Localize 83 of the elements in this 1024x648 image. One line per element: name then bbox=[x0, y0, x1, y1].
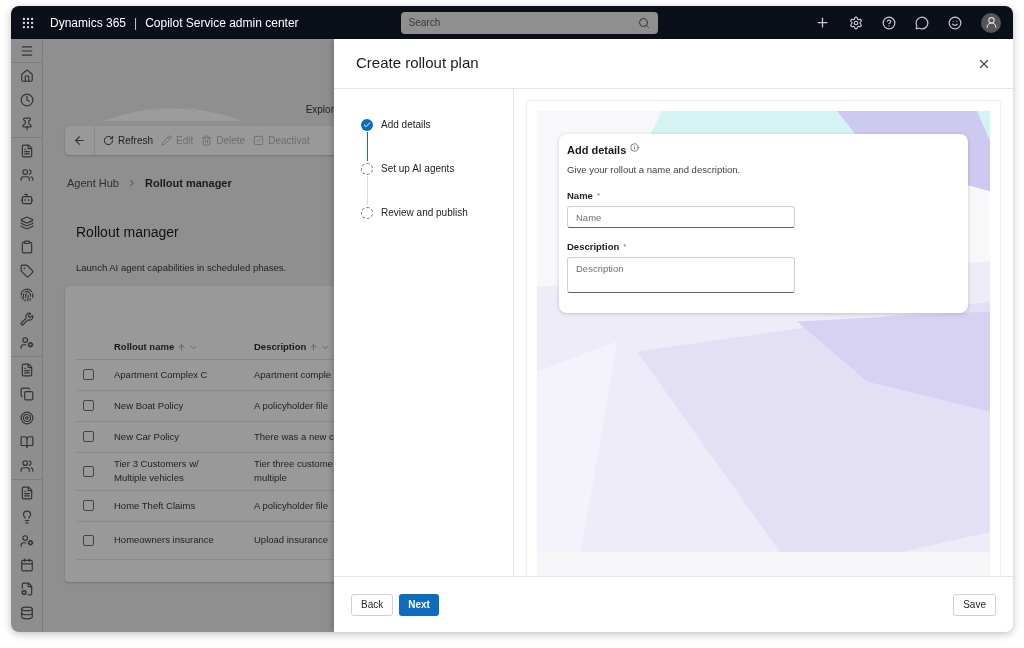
clock-icon[interactable] bbox=[19, 93, 34, 107]
title-separator: | bbox=[134, 14, 138, 32]
menu-icon[interactable] bbox=[19, 43, 34, 58]
required-mark: * bbox=[623, 241, 627, 254]
back-arrow-icon[interactable] bbox=[73, 134, 86, 147]
column-header[interactable]: Rollout name bbox=[114, 340, 175, 355]
hero-text: Explor bbox=[305, 103, 334, 117]
breadcrumb-item[interactable]: Rollout manager bbox=[145, 175, 232, 192]
checkbox-icon bbox=[253, 135, 265, 146]
chevron-icon bbox=[127, 178, 137, 189]
document-icon[interactable] bbox=[19, 486, 34, 500]
copy-icon[interactable] bbox=[19, 387, 34, 401]
calendar-icon[interactable] bbox=[19, 558, 34, 572]
book-icon[interactable] bbox=[19, 435, 34, 449]
breadcrumb-item[interactable]: Agent Hub bbox=[67, 175, 119, 192]
add-icon[interactable] bbox=[815, 15, 830, 30]
database-icon[interactable] bbox=[19, 606, 34, 620]
home-icon[interactable] bbox=[19, 69, 34, 83]
document-icon[interactable] bbox=[19, 144, 34, 158]
description-field[interactable]: Description bbox=[567, 257, 795, 294]
app-name: Copilot Service admin center bbox=[145, 14, 299, 32]
pencil-icon bbox=[161, 135, 172, 146]
step-label[interactable]: Add details bbox=[381, 117, 431, 132]
search-field[interactable]: Search bbox=[400, 11, 658, 34]
wrench-icon[interactable] bbox=[19, 312, 34, 326]
app-launcher-icon[interactable] bbox=[21, 15, 35, 30]
column-header[interactable]: Description bbox=[254, 340, 307, 355]
field-label: Name bbox=[567, 188, 593, 203]
fingerprint-icon[interactable] bbox=[19, 288, 34, 302]
required-mark: * bbox=[596, 189, 600, 202]
refresh-icon bbox=[103, 135, 114, 146]
row-checkbox[interactable] bbox=[82, 465, 94, 477]
table-cell-text: New Car Policy bbox=[114, 429, 180, 444]
search-icon bbox=[637, 16, 650, 29]
row-checkbox[interactable] bbox=[82, 534, 94, 546]
panel-title: Create rollout plan bbox=[356, 53, 479, 74]
document-icon[interactable] bbox=[19, 363, 34, 377]
layers-icon[interactable] bbox=[19, 216, 34, 230]
primary-button[interactable]: Next bbox=[399, 593, 439, 616]
row-checkbox[interactable] bbox=[82, 500, 94, 512]
pin-icon[interactable] bbox=[19, 117, 34, 131]
table-cell-text: Upload insurance bbox=[254, 533, 329, 548]
form-title: Add details bbox=[567, 143, 627, 158]
brand-name: Dynamics 365 bbox=[50, 14, 127, 32]
settings-icon[interactable] bbox=[849, 15, 863, 30]
secondary-button[interactable]: Back bbox=[351, 593, 394, 616]
table-cell-text: A policyholder file bbox=[254, 398, 329, 413]
page-subtitle: Launch AI agent capabilities in scheduled phases. bbox=[76, 260, 288, 275]
table-cell-text: A policyholder file bbox=[254, 498, 329, 513]
table-cell-text: Tier 3 Customers w/ Multiple vehicles bbox=[114, 457, 200, 486]
row-checkbox[interactable] bbox=[82, 400, 94, 412]
table-cell: Tier three custome multiple bbox=[254, 457, 334, 486]
bot-icon[interactable] bbox=[19, 192, 34, 206]
document-gear-icon[interactable] bbox=[19, 582, 34, 596]
table-cell-text: Apartment Complex C bbox=[114, 367, 209, 382]
form-subtitle: Give your rollout a name and description. bbox=[567, 162, 742, 177]
row-checkbox[interactable] bbox=[82, 369, 94, 381]
table-cell: There was a new c bbox=[254, 429, 334, 444]
table-cell-text: New Boat Policy bbox=[114, 398, 185, 413]
page-title: Rollout manager bbox=[76, 222, 180, 242]
people-icon[interactable] bbox=[19, 168, 34, 182]
table-cell-text: Homeowners insurance bbox=[114, 533, 215, 548]
name-field[interactable]: Name bbox=[567, 206, 795, 228]
table-cell-text: Apartment comple bbox=[254, 367, 333, 382]
row-checkbox[interactable] bbox=[82, 431, 94, 443]
user-gear-icon[interactable] bbox=[19, 534, 34, 548]
step-label[interactable]: Review and publish bbox=[381, 205, 468, 220]
trash-icon bbox=[201, 135, 213, 146]
secondary-button[interactable]: Save bbox=[953, 593, 996, 616]
info-icon[interactable] bbox=[630, 143, 640, 152]
toolbar-button[interactable]: Refresh bbox=[103, 133, 153, 148]
user-gear-icon[interactable] bbox=[19, 336, 34, 350]
clipboard-icon[interactable] bbox=[19, 240, 34, 254]
help-icon[interactable] bbox=[882, 15, 896, 30]
people-icon[interactable] bbox=[19, 459, 34, 473]
tag-icon[interactable] bbox=[19, 264, 34, 278]
table-cell-text: Home Theft Claims bbox=[114, 498, 197, 513]
field-label: Description bbox=[567, 240, 620, 254]
step-label[interactable]: Set up AI agents bbox=[381, 161, 455, 176]
target-icon[interactable] bbox=[19, 411, 34, 425]
chat-icon[interactable] bbox=[915, 15, 929, 30]
smiley-icon[interactable] bbox=[948, 15, 962, 30]
avatar[interactable] bbox=[981, 12, 1001, 33]
